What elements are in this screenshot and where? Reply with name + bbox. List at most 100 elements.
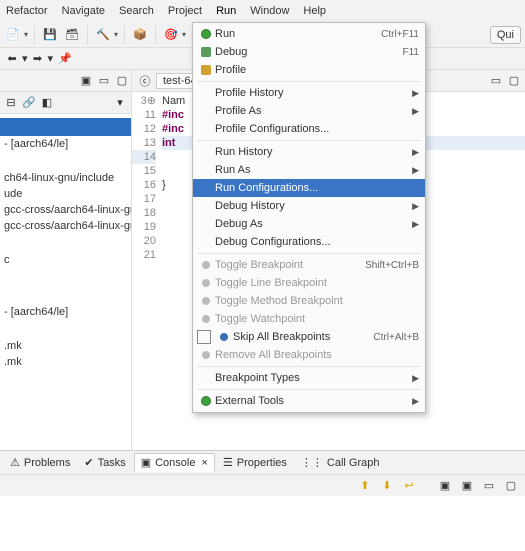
menu-item-remove-all-bp[interactable]: Remove All Breakpoints — [193, 346, 425, 364]
problems-icon: ⚠ — [10, 456, 20, 469]
tree-row[interactable] — [0, 118, 131, 136]
menu-window[interactable]: Window — [250, 5, 289, 17]
dropdown-arrow-icon[interactable]: ▾ — [24, 30, 28, 39]
tree-row[interactable]: gcc-cross/aarch64-linux-gnu — [0, 202, 131, 218]
save-icon[interactable]: 💾 — [41, 26, 59, 44]
word-wrap-icon[interactable]: ↩ — [401, 478, 417, 494]
menu-item-profile[interactable]: Profile — [193, 61, 425, 79]
back-icon[interactable]: ⬅ — [4, 51, 20, 67]
checkbox-icon[interactable] — [197, 330, 211, 344]
menu-help[interactable]: Help — [303, 5, 326, 17]
link-editor-icon[interactable]: 🔗 — [22, 96, 36, 110]
explorer-tree[interactable]: - [aarch64/le]ch64-linux-gnu/includeudeg… — [0, 114, 131, 374]
menu-refactor[interactable]: Refactor — [6, 5, 48, 17]
build-icon[interactable]: 🔨 — [94, 26, 112, 44]
tree-row[interactable] — [0, 152, 131, 170]
open-console-icon[interactable]: ▣ — [459, 478, 475, 494]
c-file-icon: ⓒ — [138, 74, 152, 88]
save-all-icon[interactable]: 🗃 — [63, 26, 81, 44]
maximize-icon[interactable]: ▢ — [507, 74, 521, 88]
tab-properties[interactable]: ☰Properties — [217, 454, 293, 471]
submenu-arrow-icon: ▶ — [412, 219, 419, 230]
maximize-icon[interactable]: ▢ — [503, 478, 519, 494]
dropdown-arrow-icon[interactable]: ▾ — [182, 30, 186, 39]
display-console-icon[interactable]: ▣ — [437, 478, 453, 494]
quick-access-button[interactable]: Qui — [490, 26, 521, 44]
tree-row[interactable] — [0, 320, 131, 338]
menu-item-run-as[interactable]: Run As▶ — [193, 161, 425, 179]
menu-item-profile-as[interactable]: Profile As▶ — [193, 102, 425, 120]
dropdown-arrow-icon[interactable]: ▾ — [114, 30, 118, 39]
minimize-icon[interactable]: ▭ — [481, 478, 497, 494]
tree-row[interactable]: .mk — [0, 354, 131, 370]
tree-row[interactable]: gcc-cross/aarch64-linux-gnu — [0, 218, 131, 234]
menu-item-profile-config[interactable]: Profile Configurations... — [193, 120, 425, 138]
menu-item-bp-types[interactable]: Breakpoint Types▶ — [193, 369, 425, 387]
tab-problems[interactable]: ⚠Problems — [4, 454, 76, 471]
toolbar-separator — [124, 25, 125, 45]
tree-row[interactable]: ude — [0, 186, 131, 202]
menu-item-debug-history[interactable]: Debug History▶ — [193, 197, 425, 215]
menu-separator — [197, 389, 421, 390]
menu-search[interactable]: Search — [119, 5, 154, 17]
tree-row[interactable]: .mk — [0, 338, 131, 354]
focus-icon[interactable]: ◧ — [40, 96, 54, 110]
menu-run[interactable]: Run — [216, 5, 236, 17]
tasks-icon: ✔ — [84, 456, 93, 469]
menu-item-toggle-line-bp[interactable]: Toggle Line Breakpoint — [193, 274, 425, 292]
package-icon[interactable]: 📦 — [131, 26, 149, 44]
properties-icon: ☰ — [223, 456, 233, 469]
tree-row[interactable] — [0, 286, 131, 304]
tree-row[interactable]: - [aarch64/le] — [0, 136, 131, 152]
menu-item-toggle-method-bp[interactable]: Toggle Method Breakpoint — [193, 292, 425, 310]
menu-item-debug[interactable]: DebugF11 — [193, 43, 425, 61]
collapse-all-icon[interactable]: ⊟ — [4, 96, 18, 110]
close-icon[interactable]: × — [201, 457, 207, 469]
forward-icon[interactable]: ➡ — [30, 51, 46, 67]
menu-item-run-config[interactable]: Run Configurations... — [193, 179, 425, 197]
view-tab-icon[interactable]: ▣ — [79, 74, 93, 88]
scroll-lock-up-icon[interactable]: ⬆ — [357, 478, 373, 494]
explorer-header: ▣ ▭ ▢ — [0, 70, 131, 92]
submenu-arrow-icon: ▶ — [412, 396, 419, 407]
tab-call-graph[interactable]: ⋮⋮Call Graph — [295, 454, 386, 471]
menu-item-run-history[interactable]: Run History▶ — [193, 143, 425, 161]
menu-item-skip-all-bp[interactable]: Skip All BreakpointsCtrl+Alt+B — [193, 328, 425, 346]
menu-item-run[interactable]: RunCtrl+F11 — [193, 25, 425, 43]
tab-console[interactable]: ▣Console× — [134, 453, 215, 472]
tree-row[interactable] — [0, 234, 131, 252]
tree-row[interactable]: c — [0, 252, 131, 268]
pin-icon[interactable]: 📌 — [57, 51, 73, 67]
menu-item-debug-config[interactable]: Debug Configurations... — [193, 233, 425, 251]
tree-row[interactable]: ch64-linux-gnu/include — [0, 170, 131, 186]
project-explorer: ▣ ▭ ▢ ⊟ 🔗 ◧ ▾ - [aarch64/le] ch64-linux-g… — [0, 70, 132, 450]
menu-item-toggle-breakpoint[interactable]: Toggle BreakpointShift+Ctrl+B — [193, 256, 425, 274]
view-menu-icon[interactable]: ▾ — [113, 96, 127, 110]
menu-separator — [197, 366, 421, 367]
maximize-icon[interactable]: ▢ — [115, 74, 129, 88]
dropdown-arrow-icon[interactable]: ▾ — [22, 52, 28, 65]
minimize-icon[interactable]: ▭ — [489, 74, 503, 88]
tree-row[interactable] — [0, 268, 131, 286]
menu-item-debug-as[interactable]: Debug As▶ — [193, 215, 425, 233]
submenu-arrow-icon: ▶ — [412, 201, 419, 212]
target-icon[interactable]: 🎯 — [162, 26, 180, 44]
dropdown-arrow-icon[interactable]: ▾ — [48, 52, 54, 65]
watchpoint-icon — [202, 315, 210, 323]
breakpoint-icon — [202, 279, 210, 287]
console-toolbar: ⬆ ⬇ ↩ ▣ ▣ ▭ ▢ — [0, 474, 525, 496]
tree-row[interactable]: - [aarch64/le] — [0, 304, 131, 320]
menu-item-profile-history[interactable]: Profile History▶ — [193, 84, 425, 102]
minimize-icon[interactable]: ▭ — [97, 74, 111, 88]
breakpoint-icon — [202, 261, 210, 269]
menu-item-toggle-watchpoint[interactable]: Toggle Watchpoint — [193, 310, 425, 328]
new-icon[interactable]: 📄 — [4, 26, 22, 44]
menu-separator — [197, 253, 421, 254]
scroll-lock-down-icon[interactable]: ⬇ — [379, 478, 395, 494]
menu-project[interactable]: Project — [168, 5, 202, 17]
menu-navigate[interactable]: Navigate — [62, 5, 105, 17]
tab-tasks[interactable]: ✔Tasks — [78, 454, 131, 471]
menu-item-external-tools[interactable]: External Tools▶ — [193, 392, 425, 410]
run-menu-dropdown: RunCtrl+F11 DebugF11 Profile Profile His… — [192, 22, 426, 413]
toolbar-separator — [34, 25, 35, 45]
